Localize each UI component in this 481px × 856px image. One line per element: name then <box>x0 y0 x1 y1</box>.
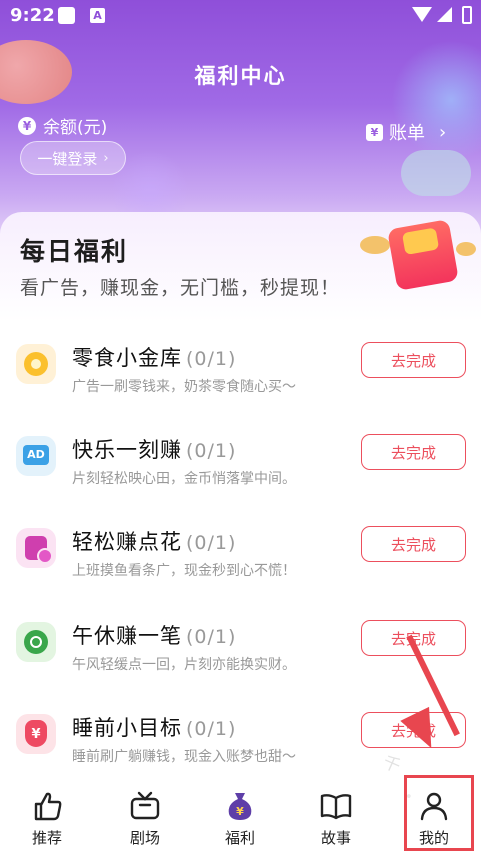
bill-label: 账单 <box>389 123 425 144</box>
chevron-right-icon: › <box>103 150 109 166</box>
ad-icon: AD <box>16 436 56 476</box>
money-bag-icon: ¥ <box>228 793 252 820</box>
pill-decoration <box>401 150 471 196</box>
tab-label: 福利 <box>224 829 255 847</box>
signal-icon <box>437 7 452 22</box>
tab-theater[interactable]: 剧场 <box>110 790 180 852</box>
red-envelope-icon <box>387 219 459 291</box>
coin-icon <box>456 242 476 256</box>
daily-welfare-subtitle: 看广告，赚现金，无门槛，秒提现！ <box>20 277 341 299</box>
go-complete-button[interactable]: 去完成 <box>361 342 466 378</box>
tab-label: 剧场 <box>129 829 160 847</box>
task-item: AD 快乐一刻赚 (0/1) 片刻轻松映心田，金币悄落掌中间。 去完成 <box>0 432 481 512</box>
task-name: 零食小金库 (0/1) <box>72 346 237 370</box>
thumbs-up-icon <box>34 792 62 821</box>
go-complete-button[interactable]: 去完成 <box>361 526 466 562</box>
money-bag-icon: ¥ <box>16 714 56 754</box>
chevron-right-icon: › <box>439 121 447 143</box>
tab-recommend[interactable]: 推荐 <box>12 790 82 852</box>
login-button-label: 一键登录 <box>37 149 98 168</box>
coin-icon <box>16 344 56 384</box>
task-count: (0/1) <box>186 440 237 462</box>
status-bar: 9:22 A <box>0 0 481 32</box>
task-description: 睡前刷广躺赚钱，现金入账梦也甜～ <box>72 749 296 765</box>
task-count: (0/1) <box>186 718 237 740</box>
accessibility-icon: A <box>90 8 105 23</box>
task-name: 睡前小目标 (0/1) <box>72 716 237 740</box>
task-description: 午风轻缓点一回，片刻亦能换实财。 <box>72 657 296 673</box>
circle-check-icon <box>16 622 56 662</box>
yen-icon: ¥ <box>18 116 36 135</box>
balance-label: ¥ 余额(元) <box>18 113 107 138</box>
status-time: 9:22 <box>10 5 55 26</box>
tab-welfare[interactable]: ¥ 福利 <box>205 790 275 852</box>
one-click-login-button[interactable]: 一键登录 › <box>20 141 126 175</box>
tv-icon <box>130 791 160 820</box>
task-name: 轻松赚点花 (0/1) <box>72 530 237 554</box>
task-count: (0/1) <box>186 348 237 370</box>
tab-story[interactable]: 故事 <box>301 790 371 852</box>
task-item: 午休赚一笔(0/1) 午风轻缓点一回，片刻亦能换实财。 去完成 <box>0 618 481 698</box>
annotation-highlight-box <box>404 775 474 851</box>
task-item: 零食小金库 (0/1) 广告一刷零钱来，奶茶零食随心买～ 去完成 <box>0 340 481 420</box>
task-name: 午休赚一笔 (0/1) <box>72 624 237 648</box>
page-title: 福利中心 <box>194 64 287 88</box>
battery-icon <box>462 6 472 24</box>
task-count: (0/1) <box>186 532 237 554</box>
task-count: (0/1) <box>186 626 237 648</box>
svg-text:¥: ¥ <box>236 805 244 818</box>
tab-label: 推荐 <box>31 829 62 847</box>
wifi-icon <box>412 7 432 22</box>
book-icon <box>320 794 352 820</box>
daily-welfare-card: 每日福利 看广告，赚现金，无门槛，秒提现！ 零食小金库 (0/1) 广告一刷零钱来… <box>0 212 481 780</box>
balance-text: 余额(元) <box>43 118 108 138</box>
tab-label: 故事 <box>320 829 351 847</box>
go-complete-button[interactable]: 去完成 <box>361 434 466 470</box>
bill-icon: ¥ <box>366 123 383 141</box>
task-name: 快乐一刻赚 (0/1) <box>72 438 237 462</box>
bill-link[interactable]: ¥ 账单 › <box>366 119 446 145</box>
coin-icon <box>360 236 390 254</box>
task-description: 上班摸鱼看条广，现金秒到心不慌！ <box>72 563 296 579</box>
daily-welfare-title: 每日福利 <box>20 237 129 266</box>
notification-icon <box>58 7 75 24</box>
task-description: 片刻轻松映心田，金币悄落掌中间。 <box>72 471 296 487</box>
task-item: 轻松赚点花 (0/1) 上班摸鱼看条广，现金秒到心不慌！ 去完成 <box>0 524 481 604</box>
task-description: 广告一刷零钱来，奶茶零食随心买～ <box>72 379 296 395</box>
database-coin-icon <box>16 528 56 568</box>
